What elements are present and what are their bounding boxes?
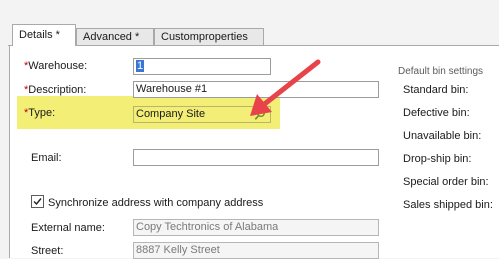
- defective-bin-label: Defective bin:: [403, 107, 470, 119]
- tab-customproperties[interactable]: Customproperties: [154, 28, 264, 45]
- warehouse-label: *Warehouse:: [24, 60, 88, 72]
- bin-settings-title: Default bin settings: [398, 66, 484, 77]
- street-label: Street:: [31, 245, 64, 257]
- type-field[interactable]: Company Site: [133, 106, 271, 123]
- type-label: *Type:: [24, 107, 56, 119]
- unavailable-bin-label: Unavailable bin:: [403, 130, 482, 142]
- tab-advanced[interactable]: Advanced *: [76, 28, 154, 45]
- email-field[interactable]: [133, 149, 379, 166]
- tab-details[interactable]: Details *: [12, 24, 76, 46]
- description-label: *Description:: [24, 84, 87, 96]
- dropship-bin-label: Drop-ship bin:: [403, 153, 472, 165]
- description-field[interactable]: Warehouse #1: [133, 81, 379, 98]
- sync-address-label: Synchronize address with company address: [48, 197, 264, 209]
- external-name-label: External name:: [31, 222, 105, 234]
- email-label: Email:: [31, 152, 62, 164]
- magnifier-icon[interactable]: [254, 108, 266, 121]
- checkmark-icon: [33, 198, 42, 206]
- sales-shipped-bin-label: Sales shipped bin:: [403, 199, 493, 211]
- external-name-field[interactable]: Copy Techtronics of Alabama: [133, 219, 379, 236]
- special-order-bin-label: Special order bin:: [403, 176, 489, 188]
- sync-address-checkbox[interactable]: [31, 195, 44, 208]
- warehouse-field[interactable]: 1: [133, 58, 271, 75]
- standard-bin-label: Standard bin:: [403, 84, 469, 96]
- street-field[interactable]: 8887 Kelly Street: [133, 242, 379, 259]
